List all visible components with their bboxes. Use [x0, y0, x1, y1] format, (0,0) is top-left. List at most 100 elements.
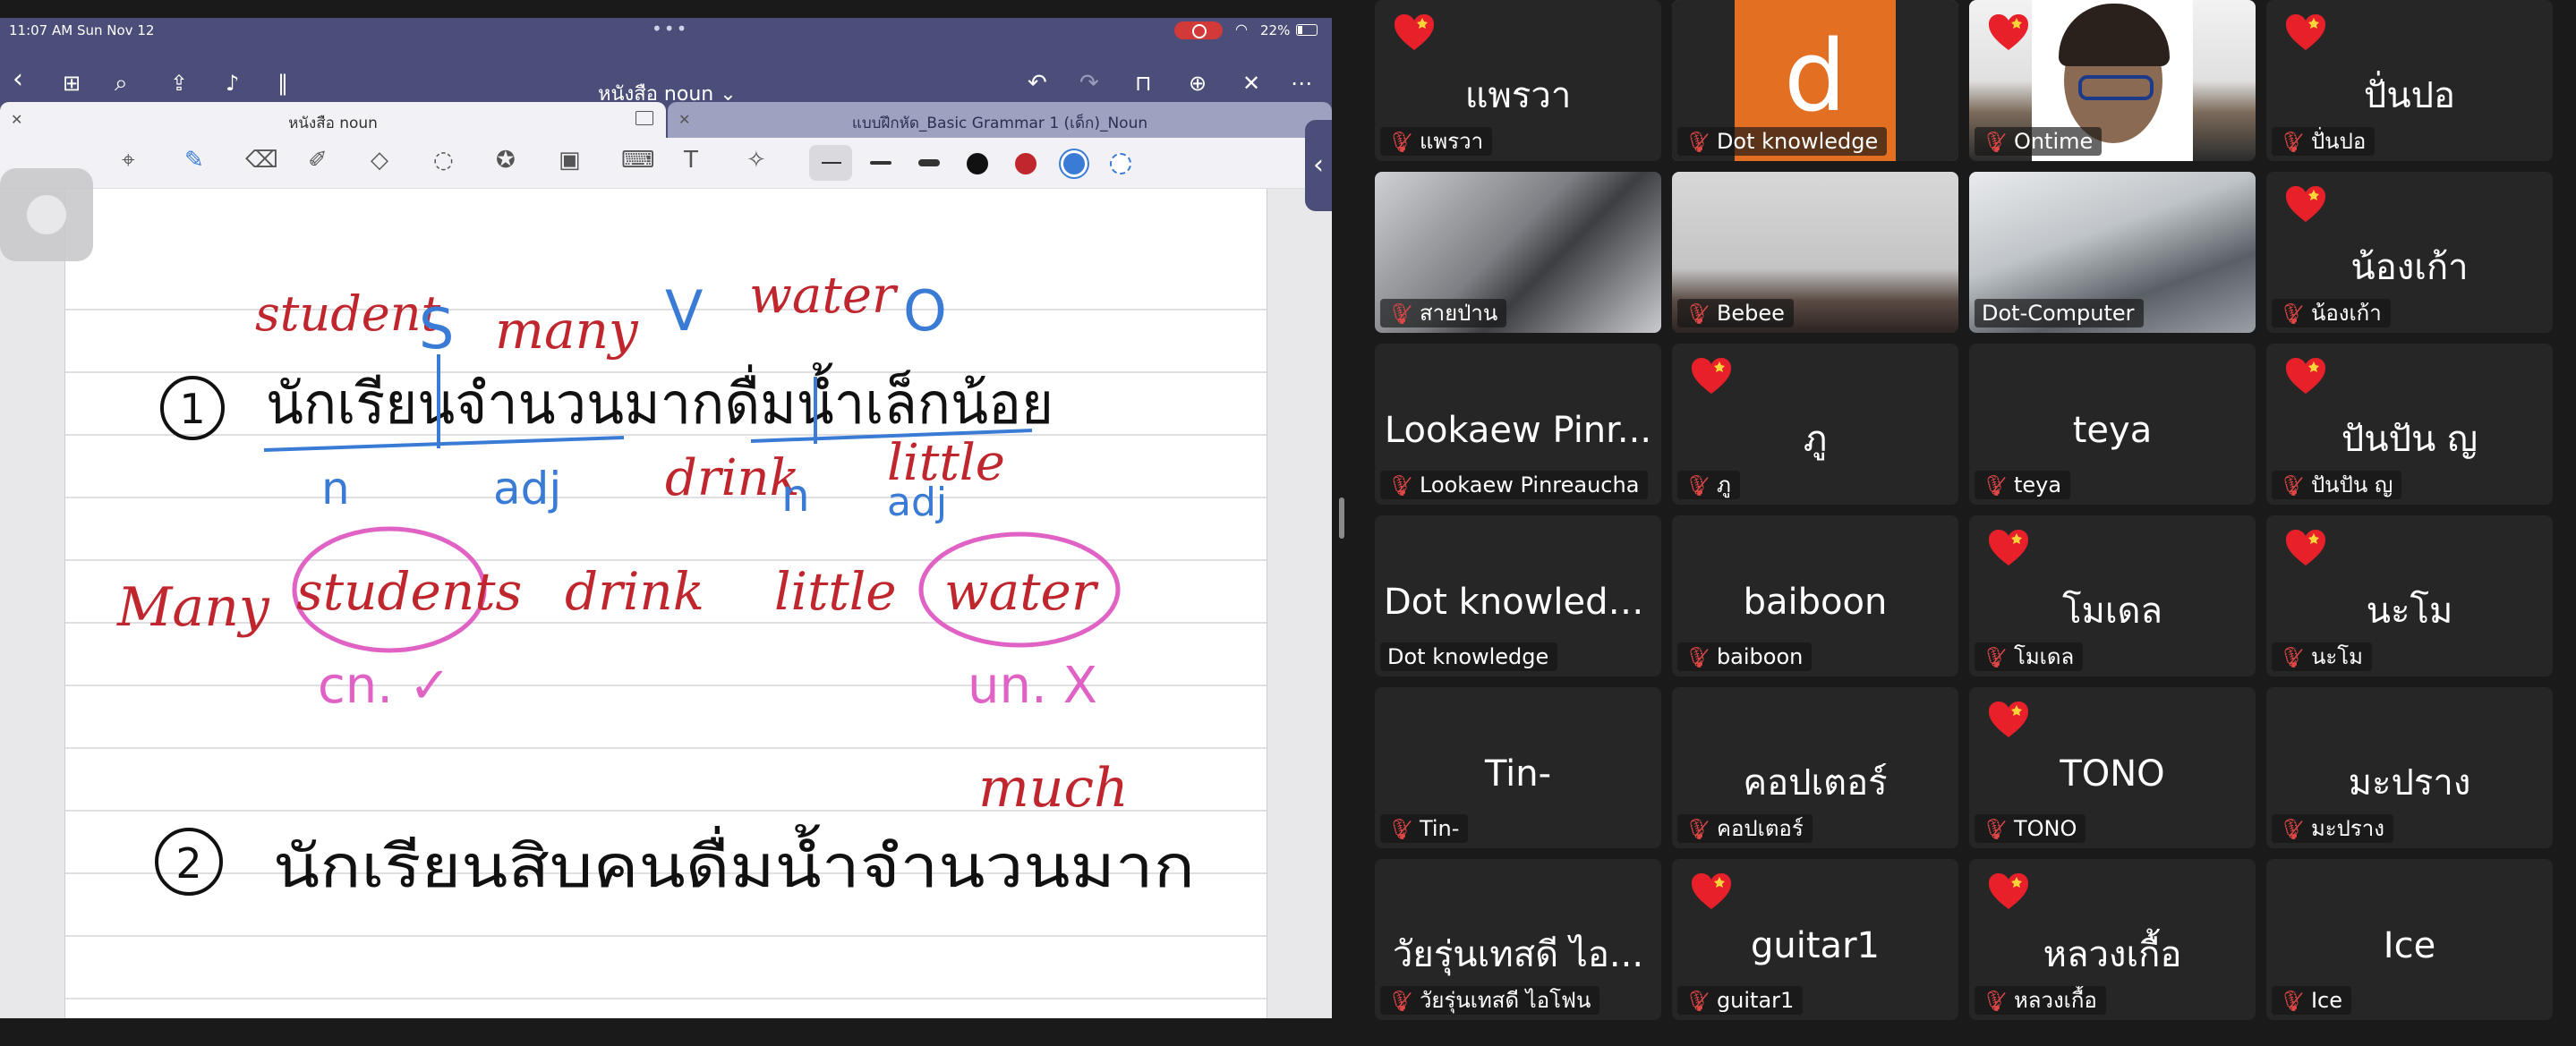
participant-display-name: หลวงเกื้อ	[2043, 934, 2182, 975]
participant-name-label: 🎙︎̸ สายป่าน	[1380, 299, 1507, 327]
participant-tile[interactable]: TONO 🎙︎̸ TONO	[1969, 687, 2256, 848]
split-divider-handle[interactable]	[1339, 497, 1344, 539]
tab-grammar-exercise[interactable]: ✕ แบบฝึกหัด_Basic Grammar 1 (เด็ก)_Noun	[668, 102, 1332, 138]
more-icon[interactable]: ⋯	[1291, 70, 1312, 97]
participant-name: ภู	[1716, 472, 1731, 497]
assistive-touch-button[interactable]	[0, 168, 93, 261]
participant-tile[interactable]: guitar1 🎙︎̸ guitar1	[1672, 859, 1958, 1020]
participant-name: teya	[2013, 472, 2062, 497]
mic-muted-icon: 🎙︎̸	[1387, 819, 1412, 841]
heart-reaction-icon	[1690, 356, 1733, 395]
participant-display-name: มะปราง	[2348, 762, 2471, 804]
undo-icon[interactable]: ↶	[1028, 70, 1047, 97]
participant-display-name: baiboon	[1743, 582, 1888, 623]
audio-waveform-icon[interactable]: ‖	[277, 70, 288, 97]
screen-recording-icon	[1174, 21, 1223, 39]
participant-tile[interactable]: 🎙︎̸ Bebee	[1672, 172, 1958, 333]
grid-icon[interactable]: ⊞	[63, 70, 81, 97]
back-icon[interactable]: ‹	[13, 66, 23, 93]
participant-tile[interactable]: โมเดล 🎙︎̸ โมเดล	[1969, 515, 2256, 676]
participant-tile[interactable]: แพรวา 🎙︎̸ แพรวา	[1375, 0, 1661, 161]
multitask-dots[interactable]: •••	[652, 18, 688, 39]
participant-name-label: 🎙︎̸ guitar1	[1677, 986, 1804, 1015]
participant-name-label: 🎙︎̸ หลวงเกื้อ	[1975, 986, 2106, 1015]
microphone-icon[interactable]: ♪	[226, 70, 239, 97]
keyboard-tool-icon[interactable]: ⌨	[621, 147, 655, 174]
participant-name-label: 🎙︎̸ teya	[1975, 471, 2071, 499]
search-icon[interactable]: ⌕	[115, 70, 128, 97]
bookmark-icon[interactable]: ⊓	[1135, 70, 1152, 97]
participant-name: โมเดล	[2013, 644, 2075, 669]
shapes-tool-icon[interactable]: ◇	[371, 147, 388, 174]
participant-tile[interactable]: Dot knowledge Dot knowledge	[1375, 515, 1661, 676]
participant-tile[interactable]: baiboon 🎙︎̸ baiboon	[1672, 515, 1958, 676]
notebook-page[interactable]: 1 student S many V water O นักเรียนจำนวน…	[64, 189, 1267, 1018]
participant-tile[interactable]: ปั่นปอ 🎙︎̸ ปั่นปอ	[2266, 0, 2553, 161]
participant-tile[interactable]: teya 🎙︎̸ teya	[1969, 344, 2256, 505]
participant-display-name: นะโม	[2366, 591, 2453, 632]
mic-muted-icon: 🎙︎̸	[1387, 132, 1412, 154]
participant-name: Lookaew Pinreaucha	[1419, 472, 1640, 497]
mic-muted-icon: 🎙︎̸	[1982, 475, 2007, 497]
tab-noun-book[interactable]: ✕ หนังสือ noun	[0, 102, 666, 138]
pen-tool-icon[interactable]: ✎	[184, 147, 204, 174]
participant-tile[interactable]: วัยรุ่นเทสดี ไอ... 🎙︎̸ วัยรุ่นเทสดี ไอโฟน	[1375, 859, 1661, 1020]
participant-tile[interactable]: ปันปัน ญ 🎙︎̸ ปันปัน ญ	[2266, 344, 2553, 505]
share-icon[interactable]: ⇪	[170, 70, 188, 97]
image-tool-icon[interactable]: ▣	[559, 147, 581, 174]
participant-tile[interactable]: มะปราง 🎙︎̸ มะปราง	[2266, 687, 2553, 848]
redo-icon[interactable]: ↷	[1079, 70, 1099, 97]
label-many: many	[495, 300, 639, 361]
participant-name: Bebee	[1716, 301, 1785, 326]
participant-tile[interactable]: d 🎙︎̸ Dot knowledge	[1672, 0, 1958, 161]
participant-name-label: 🎙︎̸ ปั่นปอ	[2272, 127, 2376, 156]
sidebar-collapse-handle[interactable]: ‹	[1305, 120, 1332, 211]
text-tool-icon[interactable]: T	[684, 147, 698, 174]
participant-name-label: 🎙︎̸ Ontime	[1975, 127, 2103, 156]
heart-reaction-icon	[2284, 528, 2327, 567]
participant-tile[interactable]: 🎙︎̸ สายป่าน	[1375, 172, 1661, 333]
participant-name-label: 🎙︎̸ นะโม	[2272, 642, 2372, 671]
add-color-icon[interactable]	[1110, 153, 1131, 174]
participant-tile[interactable]: หลวงเกื้อ 🎙︎̸ หลวงเกื้อ	[1969, 859, 2256, 1020]
participant-tile[interactable]: Tin- 🎙︎̸ Tin-	[1375, 687, 1661, 848]
color-black-swatch[interactable]	[967, 153, 988, 174]
add-page-icon[interactable]: ⊕	[1189, 70, 1207, 97]
split-view-icon[interactable]	[635, 111, 653, 125]
participant-tile[interactable]: นะโม 🎙︎̸ นะโม	[2266, 515, 2553, 676]
notebook-canvas[interactable]: 1 student S many V water O นักเรียนจำนวน…	[0, 189, 1332, 1018]
mic-muted-icon: 🎙︎̸	[1685, 647, 1710, 669]
stroke-medium-icon[interactable]	[870, 161, 891, 165]
participant-tile[interactable]: Dot-Computer	[1969, 172, 2256, 333]
label-s: S	[419, 296, 454, 361]
mic-muted-icon: 🎙︎̸	[1685, 132, 1710, 154]
close-icon[interactable]: ✕	[1242, 70, 1260, 97]
battery-percent: 22%	[1260, 22, 1291, 38]
heart-reaction-icon	[1690, 872, 1733, 911]
stroke-thick-icon[interactable]	[918, 159, 940, 166]
mic-muted-icon: 🎙︎̸	[1685, 991, 1710, 1013]
laser-pointer-icon[interactable]: ✧	[746, 147, 766, 174]
participant-display-name: วัยรุ่นเทสดี ไอ...	[1392, 934, 1644, 975]
participant-tile[interactable]: Lookaew Pinr... 🎙︎̸ Lookaew Pinreaucha	[1375, 344, 1661, 505]
highlighter-tool-icon[interactable]: ✐	[308, 147, 328, 174]
participant-tile[interactable]: น้องเก้า 🎙︎̸ น้องเก้า	[2266, 172, 2553, 333]
participant-tile[interactable]: คอปเตอร์ 🎙︎̸ คอปเตอร์	[1672, 687, 1958, 848]
eraser-tool-icon[interactable]: ⌫	[245, 147, 278, 174]
participant-tile[interactable]: ภู 🎙︎̸ ภู	[1672, 344, 1958, 505]
participant-name: หลวงเกื้อ	[2013, 988, 2097, 1013]
participant-tile[interactable]: Ice 🎙︎̸ Ice	[2266, 859, 2553, 1020]
color-red-swatch[interactable]	[1015, 153, 1036, 174]
sticker-tool-icon[interactable]: ✪	[496, 147, 516, 174]
participant-tile[interactable]: 🎙︎̸ Ontime	[1969, 0, 2256, 161]
label-student: student	[255, 285, 440, 342]
color-blue-swatch-selected[interactable]	[1063, 153, 1085, 174]
lasso-zoom-icon[interactable]: ⌖	[122, 147, 135, 174]
participant-name-label: Dot knowledge	[1380, 642, 1558, 671]
participant-name: guitar1	[1716, 988, 1795, 1013]
participant-name: แพรวา	[1419, 129, 1484, 154]
annot-adj: adj	[493, 463, 561, 514]
participant-name: Tin-	[1419, 816, 1460, 841]
lasso-tool-icon[interactable]: ◌	[433, 147, 454, 174]
mic-muted-icon: 🎙︎̸	[1982, 819, 2007, 841]
